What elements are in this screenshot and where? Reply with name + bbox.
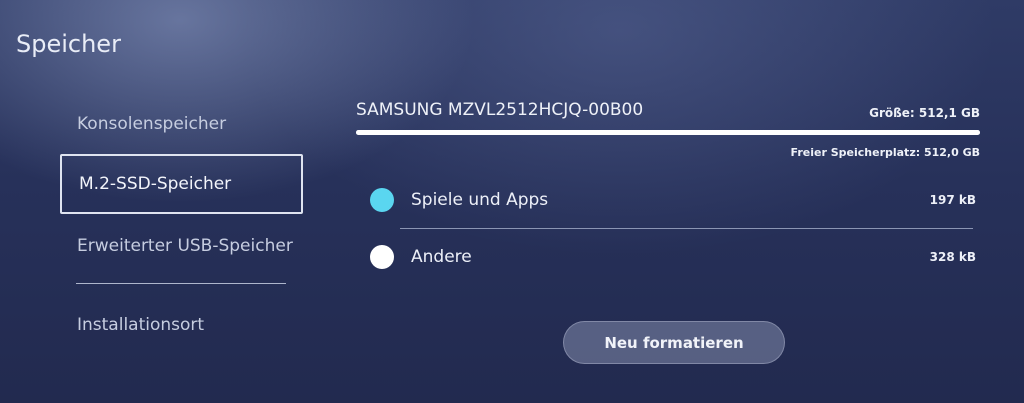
row-divider	[400, 228, 973, 229]
free-space-label: Freier Speicherplatz: 512,0 GB	[790, 146, 980, 159]
sidebar-item-console-storage[interactable]: Konsolenspeicher	[60, 94, 303, 154]
color-dot-icon	[370, 245, 394, 269]
usage-row-games-apps[interactable]: Spiele und Apps 197 kB	[370, 185, 976, 215]
sidebar-item-label: Erweiterter USB-Speicher	[77, 236, 293, 256]
storage-usage-bar-fill	[356, 130, 980, 135]
sidebar-item-label: Konsolenspeicher	[77, 114, 227, 134]
usage-row-other[interactable]: Andere 328 kB	[370, 242, 976, 272]
color-dot-icon	[370, 188, 394, 212]
drive-name: SAMSUNG MZVL2512HCJQ-00B00	[356, 100, 644, 120]
usage-value: 197 kB	[929, 193, 976, 207]
page-title: Speicher	[16, 30, 121, 58]
sidebar-item-install-location[interactable]: Installationsort	[60, 295, 303, 355]
format-button[interactable]: Neu formatieren	[563, 321, 785, 364]
sidebar-item-m2-ssd-storage[interactable]: M.2-SSD-Speicher	[60, 154, 303, 214]
sidebar-item-label: M.2-SSD-Speicher	[79, 174, 232, 194]
usage-label: Spiele und Apps	[411, 190, 549, 210]
usage-label: Andere	[411, 247, 472, 267]
sidebar-item-usb-storage[interactable]: Erweiterter USB-Speicher	[60, 216, 303, 276]
drive-size: Größe: 512,1 GB	[869, 106, 980, 120]
usage-value: 328 kB	[929, 250, 976, 264]
sidebar-divider	[76, 283, 286, 284]
storage-usage-bar	[356, 130, 980, 135]
sidebar-item-label: Installationsort	[77, 315, 205, 335]
